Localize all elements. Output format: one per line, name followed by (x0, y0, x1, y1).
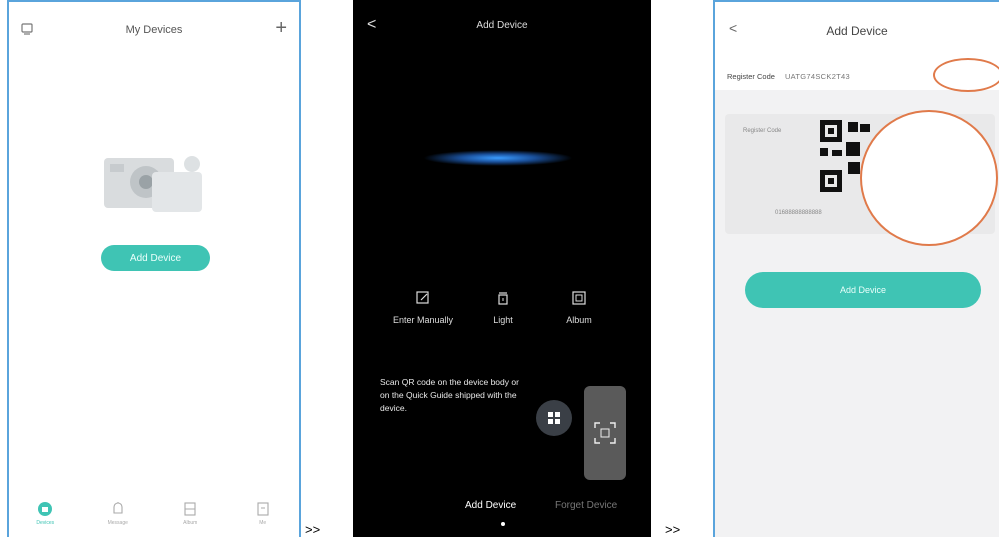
separator-arrow: >> (665, 522, 681, 537)
scan-frame-card[interactable] (584, 386, 626, 480)
tab-label: Message (107, 520, 128, 526)
screen-my-devices: My Devices + Add Device Devices Message … (7, 0, 301, 537)
add-device-button[interactable]: Add Device (101, 245, 210, 271)
option-label: Light (493, 315, 513, 325)
tab-add-device[interactable]: Add Device (465, 500, 516, 511)
device-list-icon[interactable] (21, 22, 33, 40)
option-label: Enter Manually (392, 315, 454, 325)
tab-devices[interactable]: Devices (20, 501, 70, 526)
add-icon[interactable]: + (275, 18, 287, 38)
separator-arrow: >> (305, 522, 321, 537)
page-title: Add Device (476, 20, 528, 31)
panel-label: Register Code (743, 128, 782, 134)
option-album[interactable]: Album (539, 290, 619, 326)
tab-label: Me (259, 520, 267, 526)
device-illustration (104, 156, 202, 212)
register-code-value: UATG74SCK2T43 (784, 71, 850, 81)
light-icon (498, 292, 508, 305)
album-icon (184, 502, 196, 516)
scan-frame-icon (594, 422, 616, 444)
highlight-circle (933, 58, 999, 92)
album-icon (572, 291, 586, 305)
tab-message[interactable]: Message (93, 501, 143, 526)
edit-icon (416, 291, 429, 304)
tab-forget-device[interactable]: Forget Device (555, 500, 617, 511)
home-icon (38, 502, 53, 516)
tab-label: Devices (36, 520, 55, 526)
grid-icon (548, 412, 560, 424)
highlight-circle (860, 110, 998, 246)
active-tab-indicator (501, 522, 505, 526)
scan-glow (423, 150, 573, 166)
page-title: Add Device (826, 24, 888, 38)
top-bar: My Devices + (9, 2, 299, 58)
me-icon (257, 502, 269, 516)
scan-hint: Scan QR code on the device body or on th… (380, 377, 519, 413)
screen-scan: < Add Device Enter Manually Light Album … (353, 0, 651, 537)
option-label: Album (566, 315, 592, 325)
page-title: My Devices (125, 24, 183, 36)
bottom-tab-bar: Devices Message Album Me (9, 497, 299, 537)
screen-register-code: < Add Device Register Code UATG74SCK2T43… (713, 0, 999, 537)
add-device-button[interactable]: Add Device (745, 272, 981, 308)
qr-mode-button[interactable] (536, 400, 572, 436)
tab-label: Album (183, 520, 198, 526)
tab-me[interactable]: Me (238, 501, 288, 526)
serial-number: 01688888888888 (775, 210, 822, 216)
option-light[interactable]: Light (463, 290, 543, 326)
tab-album[interactable]: Album (165, 501, 215, 526)
option-enter-manually[interactable]: Enter Manually (383, 290, 463, 326)
register-code-label: Register Code (727, 71, 775, 81)
message-icon (113, 502, 123, 514)
